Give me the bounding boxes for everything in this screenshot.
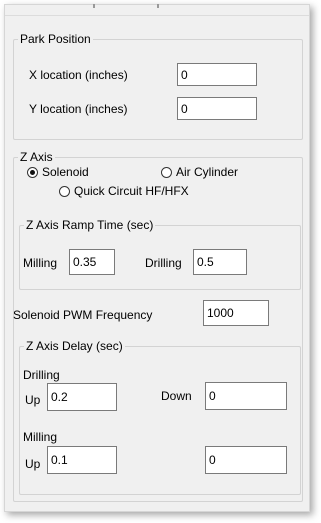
z-axis-title: Z Axis: [20, 150, 53, 164]
ramp-time-group: Z Axis Ramp Time (sec): [19, 218, 301, 290]
delay-drilling-label: Drilling: [23, 368, 60, 382]
delay-title: Z Axis Delay (sec): [26, 339, 123, 353]
ramp-time-title: Z Axis Ramp Time (sec): [26, 218, 154, 232]
top-strip: [5, 4, 309, 16]
air-cylinder-radio-label: Air Cylinder: [176, 165, 239, 179]
ramp-drilling-label: Drilling: [145, 256, 182, 270]
ramp-drilling-input[interactable]: [193, 249, 247, 275]
solenoid-radio-dot[interactable]: [27, 166, 38, 178]
air-cylinder-radio-dot[interactable]: [161, 166, 172, 178]
quick-circuit-radio-label: Quick Circuit HF/HFX: [74, 184, 189, 198]
solenoid-radio-label: Solenoid: [42, 165, 89, 179]
settings-panel: Park Position X location (inches) Y loca…: [4, 4, 310, 512]
ramp-milling-label: Milling: [23, 256, 58, 270]
quick-circuit-radio[interactable]: Quick Circuit HF/HFX: [59, 184, 189, 198]
x-location-label: X location (inches): [29, 68, 128, 82]
tick-mark: [93, 4, 95, 8]
delay-drilling-down-input[interactable]: [205, 382, 287, 410]
pwm-frequency-input[interactable]: [203, 300, 269, 326]
delay-milling-up-label: Up: [25, 457, 41, 471]
quick-circuit-radio-dot[interactable]: [59, 185, 70, 197]
delay-milling-up-input[interactable]: [47, 446, 117, 474]
delay-milling-label: Milling: [23, 430, 58, 444]
delay-drilling-up-label: Up: [25, 393, 41, 407]
tick-mark: [157, 4, 159, 8]
park-position-title: Park Position: [20, 32, 91, 46]
pwm-frequency-label: Solenoid PWM Frequency: [13, 308, 153, 322]
y-location-input[interactable]: [177, 97, 257, 120]
air-cylinder-radio[interactable]: Air Cylinder: [161, 165, 238, 179]
delay-drilling-up-input[interactable]: [47, 383, 117, 411]
solenoid-radio[interactable]: Solenoid: [27, 165, 89, 179]
delay-milling-down-input[interactable]: [205, 446, 287, 474]
y-location-label: Y location (inches): [29, 102, 128, 116]
delay-drilling-down-label: Down: [161, 389, 192, 403]
ramp-milling-input[interactable]: [69, 249, 115, 275]
park-position-group: Park Position: [13, 32, 303, 140]
x-location-input[interactable]: [177, 63, 257, 86]
